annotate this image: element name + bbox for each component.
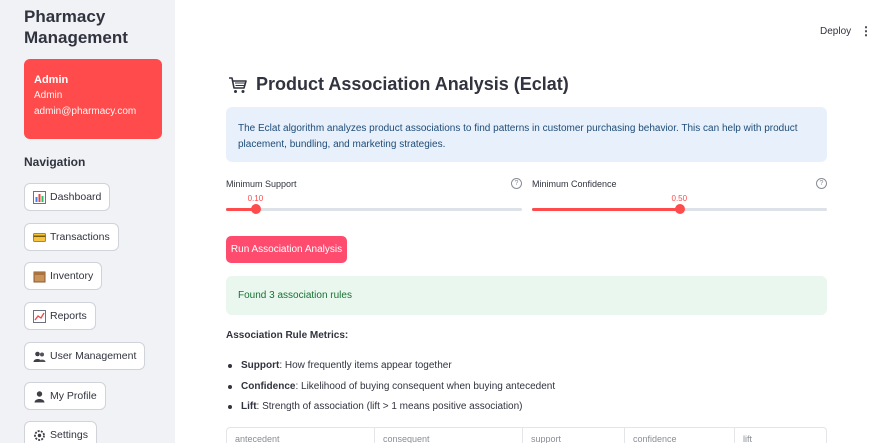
- nav-label: Inventory: [50, 270, 94, 282]
- main-menu-icon[interactable]: ⋮: [860, 24, 870, 38]
- cart-icon: [228, 76, 248, 94]
- rules-table: antecedent consequent support confidence…: [226, 427, 827, 443]
- metrics-heading: Association Rule Metrics:: [226, 330, 349, 341]
- bullet: [228, 404, 232, 409]
- nav-label: Reports: [50, 310, 87, 322]
- box-icon: [33, 270, 46, 283]
- app-title: Pharmacy Management: [24, 7, 128, 47]
- confidence-slider-thumb[interactable]: [674, 204, 685, 214]
- metric-desc: : How frequently items appear together: [279, 360, 452, 371]
- metric-term: Support: [241, 360, 280, 371]
- support-slider-value: 0.10: [247, 194, 264, 203]
- user-email: admin@pharmacy.com: [34, 106, 137, 117]
- success-message: Found 3 association rules: [238, 290, 352, 301]
- nav-heading: Navigation: [24, 155, 86, 169]
- list-item: Lift: Strength of association (lift > 1 …: [228, 401, 523, 412]
- success-alert: Found 3 association rules: [226, 276, 827, 315]
- info-alert: The Eclat algorithm analyzes product ass…: [226, 107, 827, 162]
- confidence-slider-value: 0.50: [671, 194, 688, 203]
- metric-term: Confidence: [241, 381, 296, 392]
- credit-card-icon: [33, 231, 46, 244]
- nav-label: Settings: [50, 429, 88, 441]
- metric-desc: : Likelihood of buying consequent when b…: [295, 381, 556, 392]
- metric-term: Lift: [241, 401, 257, 412]
- chart-icon: [33, 309, 46, 323]
- metric-desc: : Strength of association (lift > 1 mean…: [256, 401, 523, 412]
- support-slider-thumb[interactable]: [250, 204, 261, 214]
- users-icon: [33, 350, 46, 363]
- nav-label: Transactions: [50, 231, 110, 243]
- user-icon: [33, 390, 46, 403]
- bullet: [228, 363, 232, 368]
- table-header-cell[interactable]: antecedent: [227, 428, 375, 443]
- confidence-slider-label: Minimum Confidence: [532, 179, 617, 189]
- table-header-cell[interactable]: confidence: [625, 428, 735, 443]
- confidence-slider-fill: [532, 208, 680, 211]
- nav-settings-button[interactable]: Settings: [24, 421, 97, 443]
- support-slider-label: Minimum Support: [226, 179, 297, 189]
- nav-label: User Management: [50, 350, 137, 362]
- page-title: Product Association Analysis (Eclat): [228, 74, 569, 95]
- gear-icon: [33, 429, 46, 442]
- nav-transactions-button[interactable]: Transactions: [24, 223, 119, 251]
- list-item: Confidence: Likelihood of buying consequ…: [228, 381, 555, 392]
- help-icon[interactable]: ?: [511, 178, 522, 189]
- list-item: Support: How frequently items appear tog…: [228, 360, 452, 371]
- user-role: Admin: [34, 74, 69, 86]
- nav-my-profile-button[interactable]: My Profile: [24, 382, 106, 410]
- nav-dashboard-button[interactable]: Dashboard: [24, 183, 111, 211]
- page-title-text: Product Association Analysis (Eclat): [256, 74, 569, 94]
- nav-label: Dashboard: [50, 191, 102, 203]
- deploy-button[interactable]: Deploy: [820, 26, 851, 37]
- help-icon[interactable]: ?: [816, 178, 827, 189]
- nav-inventory-button[interactable]: Inventory: [24, 262, 103, 290]
- table-header-cell[interactable]: consequent: [375, 428, 523, 443]
- user-name: Admin: [34, 90, 63, 101]
- table-header-cell[interactable]: lift: [735, 428, 826, 443]
- bullet: [228, 384, 232, 389]
- nav-label: My Profile: [50, 390, 97, 402]
- table-header-cell[interactable]: support: [523, 428, 625, 443]
- nav-reports-button[interactable]: Reports: [24, 302, 96, 330]
- nav-user-management-button[interactable]: User Management: [24, 342, 146, 370]
- user-card: Admin Admin admin@pharmacy.com: [24, 59, 162, 139]
- run-analysis-button[interactable]: Run Association Analysis: [226, 236, 347, 263]
- bar-chart-icon: [33, 190, 46, 204]
- sidebar: Pharmacy Management Admin Admin admin@ph…: [0, 0, 175, 443]
- support-slider-track[interactable]: [226, 208, 522, 211]
